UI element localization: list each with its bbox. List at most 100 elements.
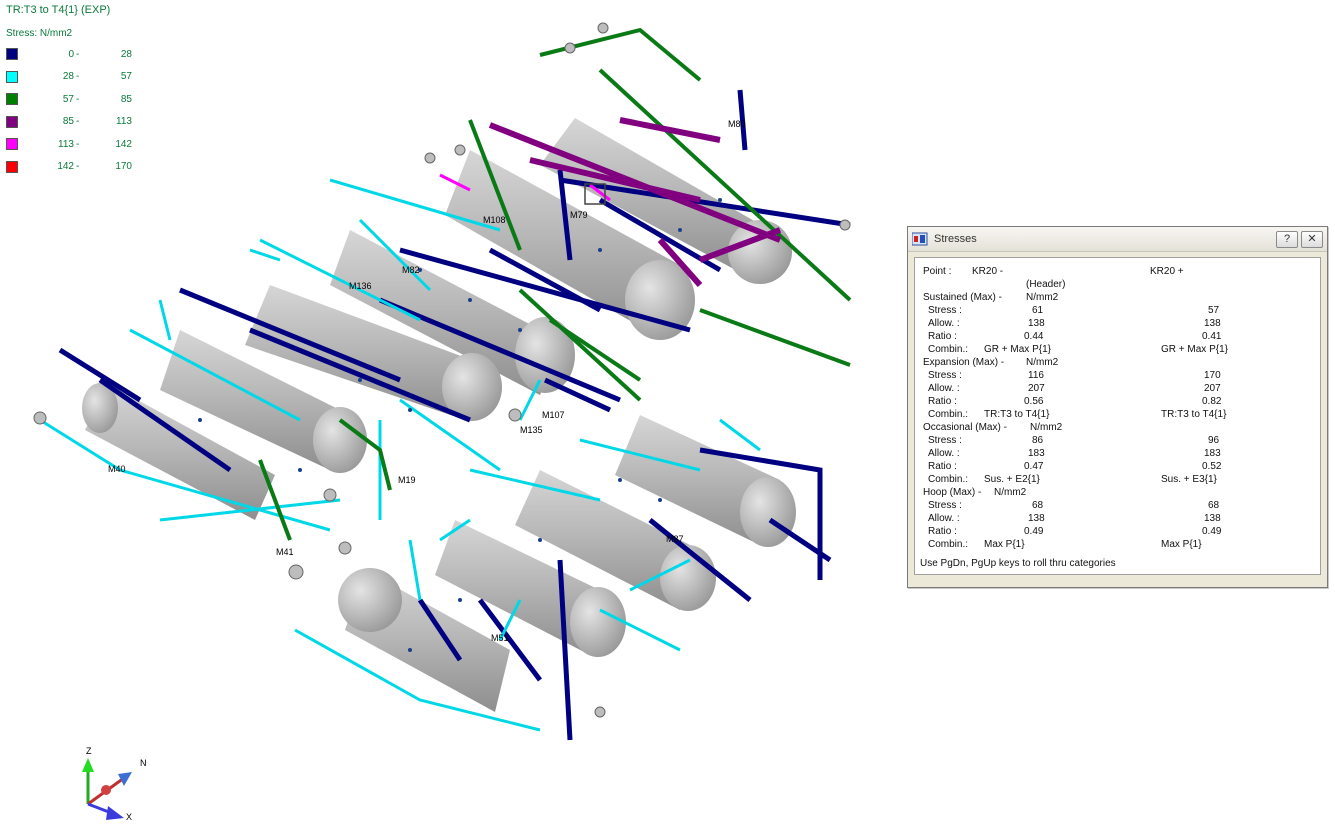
value-b: Sus. + E3{1} bbox=[1161, 474, 1217, 485]
value-b: Max P{1} bbox=[1161, 539, 1202, 550]
node-label-m51: M51 bbox=[491, 633, 509, 643]
legend-swatch bbox=[6, 160, 18, 173]
category-name: Hoop (Max) - bbox=[923, 487, 982, 498]
category-unit: N/mm2 bbox=[1030, 422, 1063, 433]
value-a: 138 bbox=[1028, 318, 1045, 329]
legend-row: 85 - 113 bbox=[6, 111, 132, 134]
window-title: Stresses bbox=[934, 233, 977, 245]
point-b: KR20 + bbox=[1150, 266, 1184, 277]
value-a: 116 bbox=[1028, 370, 1044, 381]
value-b: 0.82 bbox=[1202, 396, 1222, 407]
stresses-app-icon bbox=[912, 232, 928, 246]
point-note-row: (Header) bbox=[920, 278, 1320, 291]
value-b: 138 bbox=[1204, 318, 1221, 329]
row-label: Allow. : bbox=[928, 318, 960, 329]
value-a: TR:T3 to T4{1} bbox=[984, 409, 1050, 420]
value-b: TR:T3 to T4{1} bbox=[1161, 409, 1227, 420]
value-a: GR + Max P{1} bbox=[984, 344, 1051, 355]
stress-legend: TR:T3 to T4{1} (EXP) Stress: N/mm2 0 - 2… bbox=[6, 4, 132, 178]
node-label-m40: M40 bbox=[108, 464, 126, 474]
category-expansion: Expansion (Max) - N/mm2 Stress : 116 170 Al… bbox=[920, 356, 1320, 421]
z-axis-label: Z bbox=[86, 746, 92, 756]
category-unit: N/mm2 bbox=[994, 487, 1027, 498]
row-label: Allow. : bbox=[928, 448, 960, 459]
row-label: Combin.: bbox=[928, 409, 969, 420]
category-name: Expansion (Max) - bbox=[923, 357, 1005, 368]
axes-origin-icon bbox=[101, 785, 111, 795]
node-label-m107: M107 bbox=[542, 410, 565, 420]
node-label-m108: M108 bbox=[483, 215, 506, 225]
row-label: Ratio : bbox=[928, 396, 957, 407]
axes-triad[interactable]: Z N X bbox=[66, 742, 166, 824]
value-a: 0.44 bbox=[1024, 331, 1044, 342]
window-titlebar[interactable]: Stresses ? ✕ bbox=[908, 227, 1327, 252]
node-label-m80: M80 bbox=[728, 119, 746, 129]
legend-header: Stress: N/mm2 bbox=[6, 28, 73, 39]
row-label: Allow. : bbox=[928, 383, 960, 394]
point-label: Point : bbox=[923, 266, 952, 277]
z-axis-arrow-icon bbox=[82, 758, 94, 772]
node-label-m136: M136 bbox=[349, 281, 372, 291]
node-label-m79: M79 bbox=[570, 210, 588, 220]
value-a: 0.49 bbox=[1024, 526, 1044, 537]
legend-swatch bbox=[6, 138, 18, 151]
node-label-m19: M19 bbox=[398, 475, 416, 485]
category-name: Occasional (Max) - bbox=[923, 422, 1007, 433]
point-note: (Header) bbox=[1026, 279, 1066, 290]
value-b: GR + Max P{1} bbox=[1161, 344, 1228, 355]
value-a: 61 bbox=[1032, 305, 1044, 316]
legend-swatch bbox=[6, 93, 18, 106]
n-axis-label: N bbox=[140, 758, 147, 768]
close-button[interactable]: ✕ bbox=[1301, 230, 1323, 248]
value-a: 86 bbox=[1032, 435, 1044, 446]
row-label: Combin.: bbox=[928, 539, 969, 550]
value-a: 0.47 bbox=[1024, 461, 1044, 472]
category-unit: N/mm2 bbox=[1026, 357, 1059, 368]
value-a: Sus. + E2{1} bbox=[984, 474, 1040, 485]
node-label-m41: M41 bbox=[276, 547, 294, 557]
value-a: 183 bbox=[1028, 448, 1045, 459]
row-label: Stress : bbox=[928, 370, 962, 381]
help-button[interactable]: ? bbox=[1276, 230, 1298, 248]
piping-model-scene[interactable]: M40 M41 M19 M135 M136 M107 M108 M79 M51 … bbox=[0, 0, 900, 831]
node-label-m135: M135 bbox=[520, 425, 543, 435]
stresses-content: Point : KR20 - KR20 + (Header) Sustained… bbox=[914, 257, 1321, 575]
row-label: Ratio : bbox=[928, 461, 957, 472]
point-a: KR20 - bbox=[972, 266, 1004, 277]
category-unit: N/mm2 bbox=[1026, 292, 1059, 303]
row-label: Ratio : bbox=[928, 526, 957, 537]
value-b: 183 bbox=[1204, 448, 1221, 459]
value-a: 68 bbox=[1032, 500, 1044, 511]
legend-title: TR:T3 to T4{1} (EXP) bbox=[6, 4, 111, 16]
category-hoop: Hoop (Max) - N/mm2 Stress : 68 68 Allow. : 1… bbox=[920, 486, 1320, 551]
stresses-window[interactable]: Stresses ? ✕ Point : KR20 - KR20 + (Head… bbox=[907, 226, 1328, 588]
row-label: Stress : bbox=[928, 500, 962, 511]
row-label: Stress : bbox=[928, 435, 962, 446]
value-b: 0.52 bbox=[1202, 461, 1222, 472]
legend-row: 57 - 85 bbox=[6, 88, 132, 111]
value-a: 0.56 bbox=[1024, 396, 1044, 407]
keyboard-hint: Use PgDn, PgUp keys to roll thru categor… bbox=[920, 558, 1116, 569]
legend-row: 113 - 142 bbox=[6, 133, 132, 156]
row-label: Ratio : bbox=[928, 331, 957, 342]
legend-swatch bbox=[6, 115, 18, 128]
node-label-m87: M87 bbox=[666, 534, 684, 544]
value-b: 170 bbox=[1204, 370, 1221, 381]
x-axis-label: X bbox=[126, 812, 132, 822]
value-b: 138 bbox=[1204, 513, 1221, 524]
value-b: 68 bbox=[1208, 500, 1220, 511]
legend-swatch bbox=[6, 70, 18, 83]
value-a: Max P{1} bbox=[984, 539, 1025, 550]
legend-row: 0 - 28 bbox=[6, 43, 132, 66]
category-sustained: Sustained (Max) - N/mm2 Stress : 61 57 Allo… bbox=[920, 291, 1320, 356]
value-a: 207 bbox=[1028, 383, 1045, 394]
row-label: Combin.: bbox=[928, 474, 969, 485]
legend-swatch bbox=[6, 48, 18, 61]
value-b: 57 bbox=[1208, 305, 1220, 316]
row-label: Allow. : bbox=[928, 513, 960, 524]
value-b: 0.49 bbox=[1202, 526, 1222, 537]
value-b: 207 bbox=[1204, 383, 1221, 394]
legend-row: 142 - 170 bbox=[6, 156, 132, 179]
value-b: 0.41 bbox=[1202, 331, 1222, 342]
category-name: Sustained (Max) - bbox=[923, 292, 1002, 303]
